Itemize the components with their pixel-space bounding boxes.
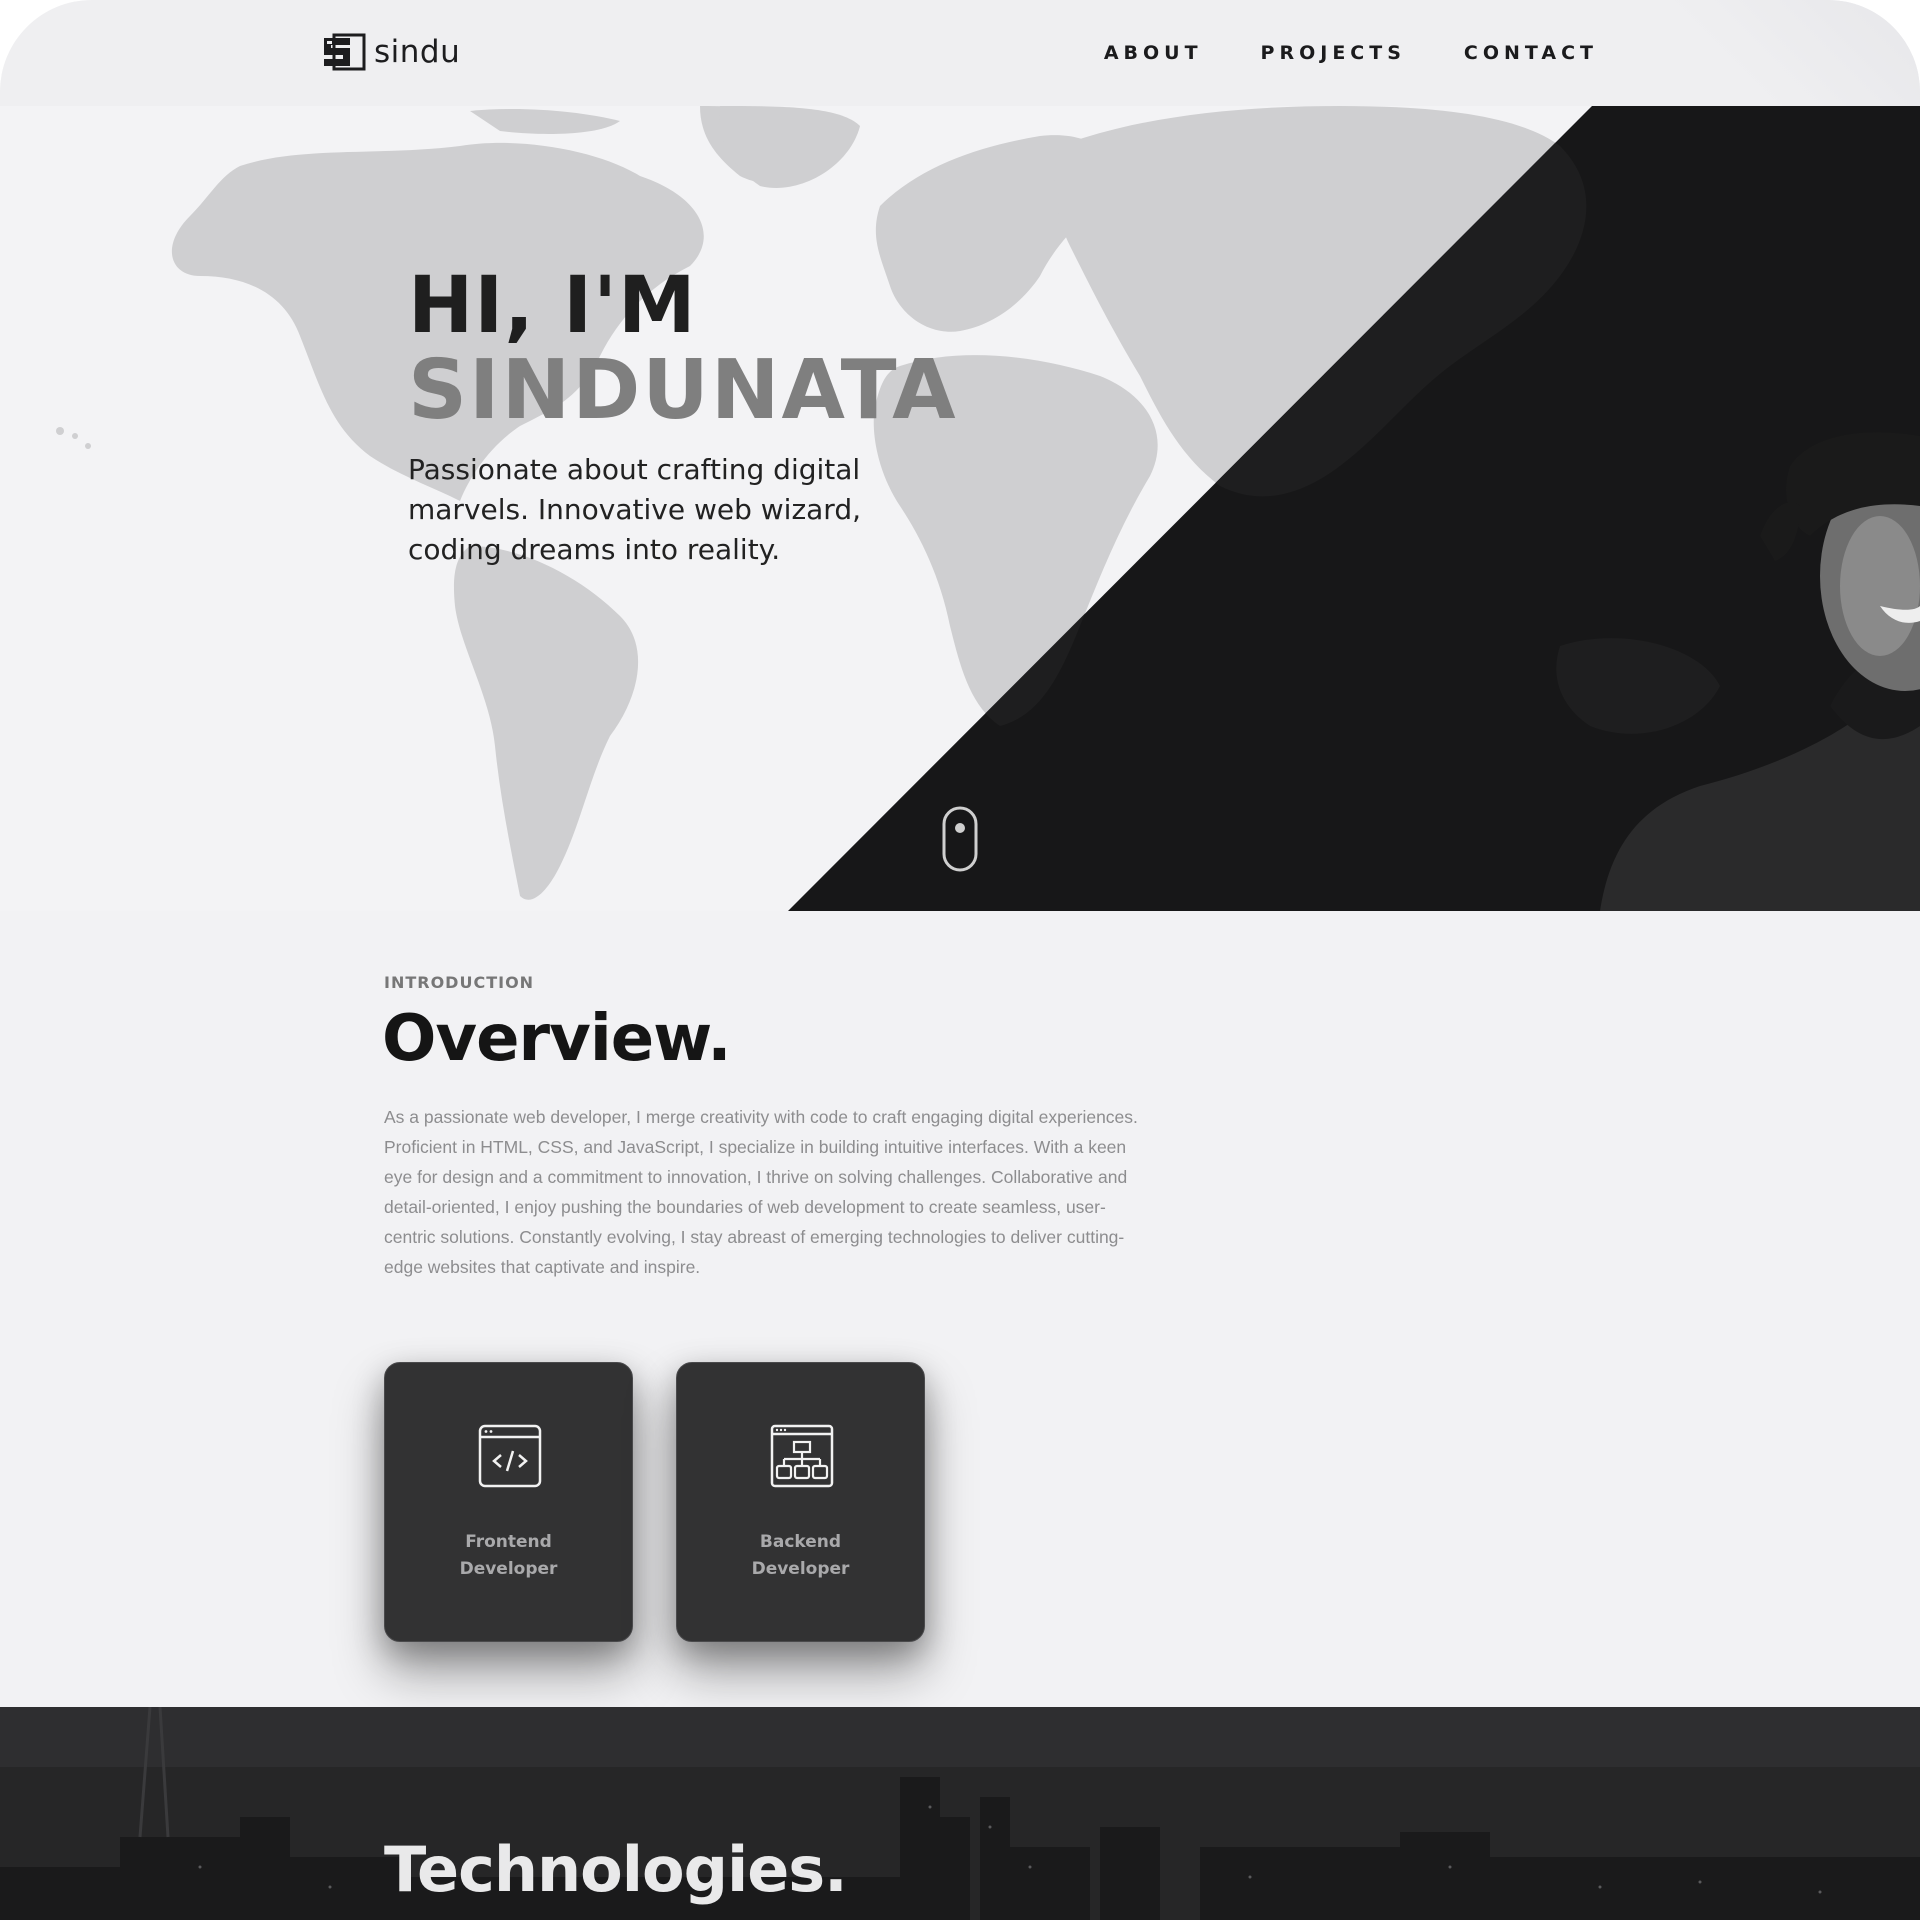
nav-link-projects[interactable]: PROJECTS [1261, 42, 1406, 64]
overview-title: Overview. [382, 1002, 731, 1076]
city-skyline-background [0, 1707, 1920, 1920]
sitemap-window-icon [770, 1424, 834, 1488]
logo-s-icon [324, 33, 366, 71]
card-label-backend: Backend Developer [751, 1532, 850, 1579]
section-label-introduction: INTRODUCTION [384, 973, 535, 992]
technologies-title: Technologies. [384, 1833, 848, 1906]
logo-text: sindu [374, 34, 461, 70]
hero-name: SINDUNATA [408, 343, 958, 438]
card-label-frontend: Frontend Developer [459, 1532, 558, 1579]
nav-links: ABOUT PROJECTS CONTACT [1104, 42, 1598, 64]
world-map-background [56, 106, 1920, 911]
nav-link-about[interactable]: ABOUT [1104, 42, 1203, 64]
hero-tagline: Passionate about crafting digital marvel… [408, 453, 862, 566]
code-window-icon [478, 1424, 542, 1488]
hero-section: HI, I'M SINDUNATA Passionate about craft… [0, 106, 1920, 911]
hero-greeting: HI, I'M [408, 261, 697, 351]
card-frontend-developer[interactable]: Frontend Developer [384, 1362, 633, 1642]
site-logo[interactable]: sindu [322, 33, 460, 71]
nav-corner-decoration [1600, 0, 1920, 106]
technologies-section: Technologies. [0, 1707, 1920, 1920]
nav-link-contact[interactable]: CONTACT [1464, 42, 1598, 64]
scroll-mouse-icon[interactable] [942, 806, 978, 872]
top-navigation: sindu ABOUT PROJECTS CONTACT [0, 0, 1920, 106]
page-frame: sindu ABOUT PROJECTS CONTACT HI, I'M SIN… [0, 0, 1920, 1920]
hero-headline: HI, I'M SINDUNATA [408, 264, 958, 434]
card-backend-developer[interactable]: Backend Developer [676, 1362, 925, 1642]
overview-text: As a passionate web developer, I merge c… [384, 1107, 1138, 1277]
